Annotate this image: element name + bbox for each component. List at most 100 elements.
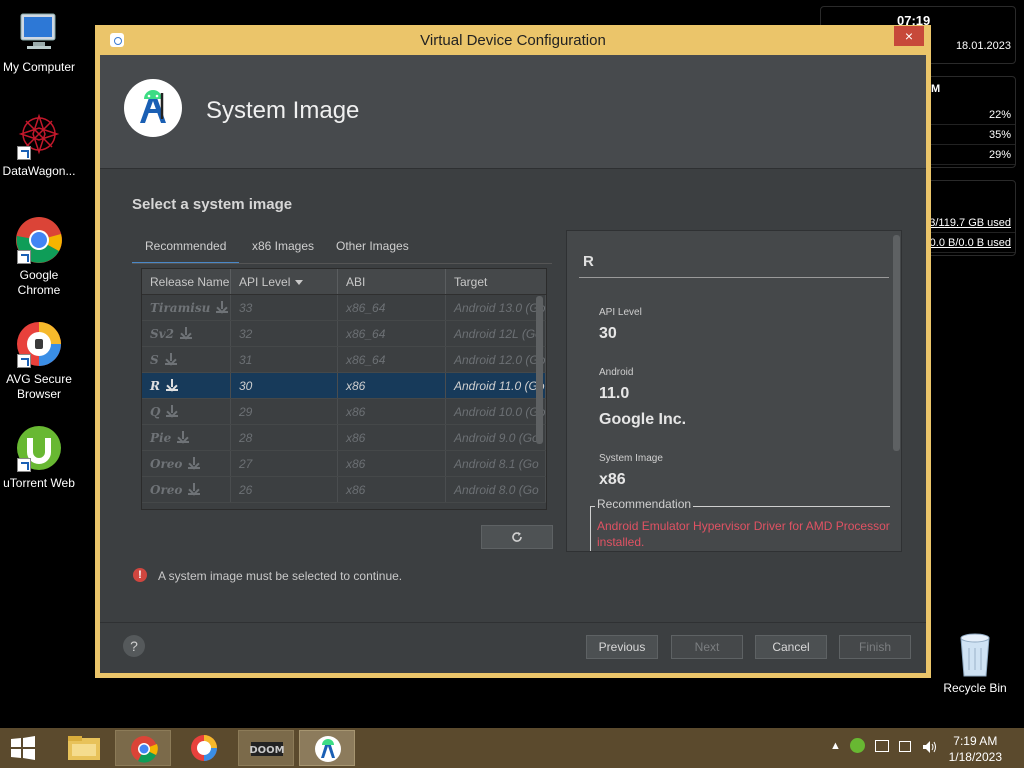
cell-api-level-text: 27 bbox=[239, 457, 253, 471]
table-row[interactable]: Q 29 x86 Android 10.0 (Go bbox=[142, 399, 546, 425]
download-icon[interactable] bbox=[164, 353, 177, 365]
desktop-icon-utorrent[interactable]: uTorrent Web bbox=[0, 424, 78, 491]
network-tray-icon[interactable] bbox=[875, 740, 889, 752]
cell-release-name-text: Tiramisu bbox=[150, 301, 211, 315]
help-button[interactable]: ? bbox=[123, 635, 145, 657]
cell-abi-text: x86_64 bbox=[346, 327, 386, 341]
shortcut-arrow-icon bbox=[17, 458, 31, 472]
cell-abi: x86_64 bbox=[338, 321, 446, 346]
page-title: System Image bbox=[206, 97, 360, 124]
cell-release-name-text: S bbox=[150, 353, 159, 367]
details-scrollbar[interactable] bbox=[893, 235, 900, 451]
table-body: Tiramisu 33 x86_64 Android 13.0 (Go Sv2 32 x86… bbox=[142, 295, 546, 503]
doom-icon: DOOM bbox=[249, 742, 285, 756]
shortcut-arrow-icon bbox=[17, 250, 31, 264]
refresh-button[interactable] bbox=[481, 525, 553, 549]
start-button[interactable] bbox=[8, 734, 38, 762]
details-api-label: API Level bbox=[599, 307, 642, 318]
table-row[interactable]: Oreo 27 x86 Android 8.1 (Go bbox=[142, 451, 546, 477]
computer-icon bbox=[15, 8, 63, 56]
cell-release-name: Q bbox=[142, 399, 231, 424]
download-icon[interactable] bbox=[216, 301, 229, 313]
taskbar-avg-browser[interactable] bbox=[176, 730, 232, 766]
table-row[interactable]: R 30 x86 Android 11.0 (Go bbox=[142, 373, 546, 399]
dialog-titlebar[interactable]: Virtual Device Configuration × bbox=[100, 25, 926, 55]
finish-button[interactable]: Finish bbox=[839, 635, 911, 659]
column-target[interactable]: Target bbox=[446, 269, 546, 294]
desktop-icon-label: AVG Secure Browser bbox=[6, 372, 72, 401]
cell-api-level: 30 bbox=[231, 373, 338, 398]
download-icon[interactable] bbox=[188, 457, 201, 469]
previous-button[interactable]: Previous bbox=[586, 635, 658, 659]
table-row[interactable]: Oreo 26 x86 Android 8.0 (Go bbox=[142, 477, 546, 503]
cancel-button[interactable]: Cancel bbox=[755, 635, 827, 659]
column-api-level-label: API Level bbox=[239, 275, 291, 289]
action-center-tray-icon[interactable] bbox=[899, 741, 911, 752]
details-system-image-value: x86 bbox=[599, 471, 626, 488]
tab-recommended[interactable]: Recommended bbox=[132, 236, 240, 264]
taskbar-file-explorer[interactable] bbox=[56, 730, 112, 766]
cell-api-level-text: 28 bbox=[239, 431, 253, 445]
chrome-icon bbox=[15, 216, 63, 264]
show-hidden-icons-icon[interactable]: ▲ bbox=[830, 740, 841, 752]
cell-release-name-text: Pie bbox=[150, 431, 172, 445]
tab-x86-images[interactable]: x86 Images bbox=[239, 236, 327, 264]
desktop-icon-google-chrome[interactable]: Google Chrome bbox=[0, 216, 78, 298]
cell-api-level-text: 32 bbox=[239, 327, 253, 341]
cell-abi: x86_64 bbox=[338, 295, 446, 320]
table-header: Release Name API Level ABI Target bbox=[142, 269, 546, 295]
table-row[interactable]: Pie 28 x86 Android 9.0 (Go bbox=[142, 425, 546, 451]
taskbar-clock[interactable]: 7:19 AM 1/18/2023 bbox=[949, 733, 1002, 765]
cell-api-level-text: 26 bbox=[239, 483, 253, 497]
sort-descending-icon bbox=[295, 280, 303, 285]
desktop-icon-avg-browser[interactable]: AVG Secure Browser bbox=[0, 320, 78, 402]
cell-target-text: Android 12.0 (Go bbox=[454, 353, 546, 367]
volume-tray-icon[interactable] bbox=[922, 740, 938, 757]
table-scrollbar[interactable] bbox=[536, 296, 543, 444]
utorrent-icon bbox=[15, 424, 63, 472]
next-button[interactable]: Next bbox=[671, 635, 743, 659]
tab-other-images[interactable]: Other Images bbox=[323, 236, 422, 264]
column-abi[interactable]: ABI bbox=[338, 269, 446, 294]
close-button[interactable]: × bbox=[894, 26, 924, 46]
details-release-name: R bbox=[583, 253, 594, 270]
desktop-icon-label: Google Chrome bbox=[17, 268, 61, 297]
taskbar-android-studio[interactable] bbox=[299, 730, 355, 766]
cell-abi-text: x86_64 bbox=[346, 353, 386, 367]
desktop-icon-my-computer[interactable]: My Computer bbox=[0, 8, 78, 75]
table-row[interactable]: S 31 x86_64 Android 12.0 (Go bbox=[142, 347, 546, 373]
gadget-date: 18.01.2023 bbox=[955, 40, 1011, 52]
download-icon[interactable] bbox=[180, 327, 192, 339]
cell-api-level-text: 29 bbox=[239, 405, 253, 419]
taskbar-time: 7:19 AM bbox=[953, 734, 998, 748]
cell-release-name: Sv2 bbox=[142, 321, 231, 346]
column-release-name[interactable]: Release Name bbox=[142, 269, 231, 294]
shortcut-arrow-icon bbox=[17, 354, 31, 368]
taskbar-date: 1/18/2023 bbox=[948, 750, 1002, 764]
download-icon[interactable] bbox=[166, 405, 179, 417]
cell-abi-text: x86 bbox=[346, 431, 366, 445]
cell-target: Android 8.0 (Go bbox=[446, 477, 546, 502]
desktop-icon-datawagon[interactable]: DataWagon... bbox=[0, 112, 78, 179]
download-icon[interactable] bbox=[188, 483, 201, 495]
column-api-level[interactable]: API Level bbox=[231, 269, 338, 294]
desktop-icon-recycle-bin[interactable]: Recycle Bin bbox=[940, 630, 1010, 695]
download-icon[interactable] bbox=[165, 379, 178, 391]
table-row[interactable]: Sv2 32 x86_64 Android 12L (Go bbox=[142, 321, 546, 347]
utorrent-tray-icon[interactable] bbox=[850, 738, 865, 753]
taskbar-chrome[interactable] bbox=[115, 730, 171, 766]
android-studio-icon bbox=[110, 33, 124, 47]
taskbar-doom[interactable]: DOOM bbox=[238, 730, 294, 766]
system-image-table[interactable]: Release Name API Level ABI Target Tirami… bbox=[141, 268, 547, 510]
cell-target: Android 11.0 (Go bbox=[446, 373, 546, 398]
gadget-mem-header: M bbox=[931, 83, 941, 95]
desktop-icon-label: uTorrent Web bbox=[3, 476, 75, 490]
cell-target-text: Android 9.0 (Go bbox=[454, 431, 539, 445]
details-android-label: Android bbox=[599, 367, 634, 378]
cell-target: Android 12.0 (Go bbox=[446, 347, 546, 372]
cell-target-text: Android 8.1 (Go bbox=[454, 457, 539, 471]
cell-api-level-text: 30 bbox=[239, 379, 253, 393]
table-row[interactable]: Tiramisu 33 x86_64 Android 13.0 (Go bbox=[142, 295, 546, 321]
download-icon[interactable] bbox=[177, 431, 190, 443]
cell-release-name-text: Oreo bbox=[150, 457, 183, 471]
